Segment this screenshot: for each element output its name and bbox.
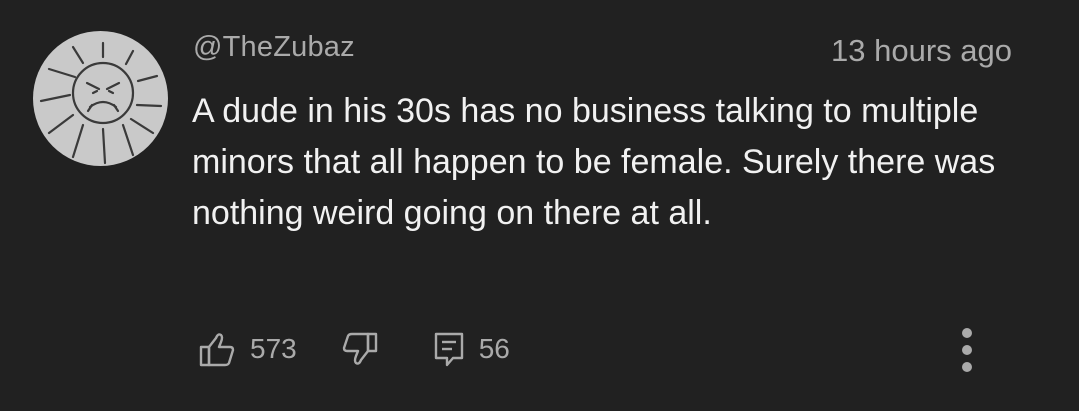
comment-icon [434, 332, 463, 367]
comment-text: A dude in his 30s has no business talkin… [192, 92, 996, 232]
dislike-button[interactable] [341, 330, 379, 368]
reply-button[interactable]: 56 [433, 330, 510, 368]
comment: @TheZubaz 13 hours ago A dude in his 30s… [0, 0, 1079, 411]
more-options-button[interactable] [956, 325, 978, 375]
reply-count: 56 [478, 333, 510, 364]
comment-action-bar: 573 56 [198, 327, 510, 371]
comment-author[interactable]: @TheZubaz [193, 31, 355, 64]
thumbs-down-icon [342, 332, 377, 365]
avatar[interactable] [33, 31, 168, 166]
like-count: 573 [250, 333, 297, 364]
thumbs-up-icon [199, 333, 235, 367]
comment-timestamp[interactable]: 13 hours ago [831, 33, 1012, 69]
more-vertical-icon [962, 328, 972, 372]
angry-sun-avatar-icon [33, 31, 168, 166]
like-button[interactable]: 573 [198, 330, 297, 368]
